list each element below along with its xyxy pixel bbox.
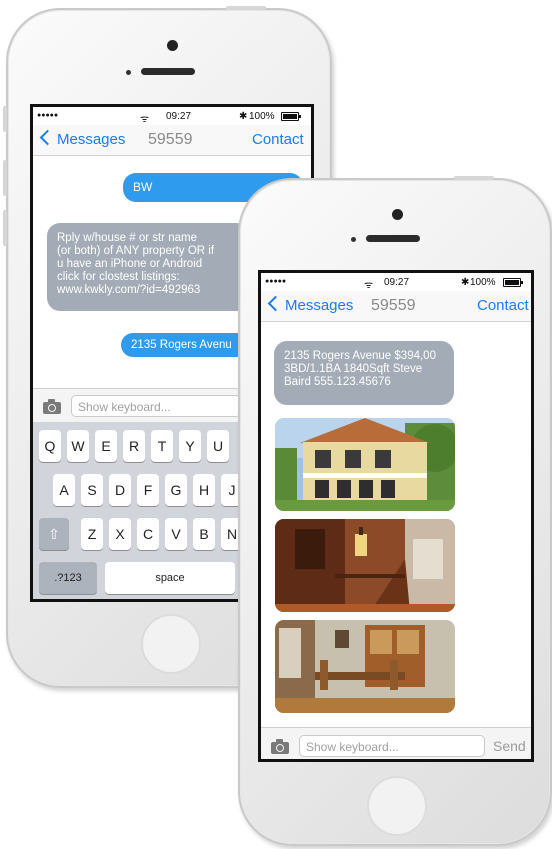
conversation-title: 59559: [371, 297, 416, 314]
chevron-left-icon: [267, 295, 284, 312]
wifi-icon: ᯤ: [140, 114, 150, 125]
message-line: Rply w/house # or str name: [57, 232, 197, 244]
key-a[interactable]: A: [53, 474, 75, 506]
key-g[interactable]: G: [165, 474, 187, 506]
message-input[interactable]: Show keyboard...: [299, 735, 485, 757]
power-button: [454, 176, 494, 180]
status-bar: ●●●●● ᯤ 09:27 ✱ 100%: [261, 273, 531, 291]
key-u[interactable]: U: [207, 430, 229, 462]
dining-room-photo[interactable]: [275, 620, 455, 713]
house-exterior-photo[interactable]: [275, 418, 455, 511]
message-input[interactable]: Show keyboard...: [71, 395, 241, 417]
shift-icon: ⇧: [48, 526, 60, 542]
front-camera: [392, 209, 403, 220]
key-f[interactable]: F: [137, 474, 159, 506]
bluetooth-icon: ✱: [461, 277, 470, 288]
key-d[interactable]: D: [109, 474, 131, 506]
camera-icon[interactable]: [271, 739, 289, 754]
back-label: Messages: [285, 297, 354, 314]
earpiece-speaker: [141, 68, 195, 75]
back-label: Messages: [57, 131, 126, 148]
message-bubble-incoming: 2135 Rogers Avenue $394,00 3BD/1.1BA 184…: [274, 341, 454, 405]
battery-percent: 100%: [249, 111, 275, 122]
status-time: 09:27: [384, 277, 410, 288]
message-line: click for clostest listings:: [57, 271, 180, 283]
conversation-title: 59559: [148, 131, 193, 148]
key-x[interactable]: X: [109, 518, 131, 550]
message-line: u have an iPhone or Android: [57, 258, 203, 270]
power-button: [226, 6, 266, 10]
home-button[interactable]: [141, 614, 201, 674]
camera-icon[interactable]: [43, 399, 61, 414]
key-t[interactable]: T: [151, 430, 173, 462]
mute-switch: [3, 106, 7, 132]
nav-bar: Messages 59559 Contact: [261, 291, 531, 322]
contact-button[interactable]: Contact: [252, 131, 304, 148]
chevron-left-icon: [39, 129, 56, 146]
front-phone: ●●●●● ᯤ 09:27 ✱ 100% Messages 59559 Cont…: [238, 176, 552, 846]
message-line: Baird 555.123.45676: [284, 376, 391, 388]
key-r[interactable]: R: [123, 430, 145, 462]
key-c[interactable]: C: [137, 518, 159, 550]
key-y[interactable]: Y: [179, 430, 201, 462]
nav-bar: Messages 59559 Contact: [33, 125, 311, 156]
key-s[interactable]: S: [81, 474, 103, 506]
status-bar: ●●●●● ᯤ 09:27 ✱ 100%: [33, 107, 311, 125]
shift-key[interactable]: ⇧: [39, 518, 69, 550]
battery-icon: [503, 278, 523, 287]
message-bubble-incoming: Rply w/house # or str name (or both) of …: [47, 223, 249, 311]
key-h[interactable]: H: [193, 474, 215, 506]
interior-staircase-photo[interactable]: [275, 519, 455, 612]
front-camera: [167, 40, 178, 51]
input-bar: Show keyboard... Send: [261, 727, 531, 759]
key-z[interactable]: Z: [81, 518, 103, 550]
key-q[interactable]: Q: [39, 430, 61, 462]
volume-down-button: [3, 210, 7, 246]
key-b[interactable]: B: [193, 518, 215, 550]
battery-percent: 100%: [470, 277, 496, 288]
wifi-icon: ᯤ: [364, 280, 374, 291]
send-button[interactable]: Send: [493, 738, 526, 754]
bluetooth-icon: ✱: [239, 111, 248, 122]
message-line: www.kwkly.com/?id=492963: [57, 284, 201, 296]
contact-button[interactable]: Contact: [477, 297, 529, 314]
proximity-sensor: [126, 70, 131, 75]
message-line: (or both) of ANY property OR if: [57, 245, 215, 257]
message-line: 3BD/1.1BA 1840Sqft Steve: [284, 363, 423, 375]
status-time: 09:27: [166, 111, 192, 122]
key-w[interactable]: W: [67, 430, 89, 462]
numbers-key[interactable]: .?123: [39, 562, 97, 594]
front-phone-screen: ●●●●● ᯤ 09:27 ✱ 100% Messages 59559 Cont…: [258, 270, 534, 762]
messages-back-button[interactable]: Messages: [39, 129, 126, 148]
key-v[interactable]: V: [165, 518, 187, 550]
proximity-sensor: [351, 237, 356, 242]
message-line: 2135 Rogers Avenue $394,00: [284, 350, 436, 362]
space-key[interactable]: space: [105, 562, 235, 594]
signal-dots: ●●●●●: [37, 112, 59, 119]
key-e[interactable]: E: [95, 430, 117, 462]
signal-dots: ●●●●●: [265, 278, 287, 285]
earpiece-speaker: [366, 235, 420, 242]
home-button[interactable]: [367, 776, 427, 836]
messages-back-button[interactable]: Messages: [267, 295, 354, 314]
volume-up-button: [3, 160, 7, 196]
battery-icon: [281, 112, 301, 121]
